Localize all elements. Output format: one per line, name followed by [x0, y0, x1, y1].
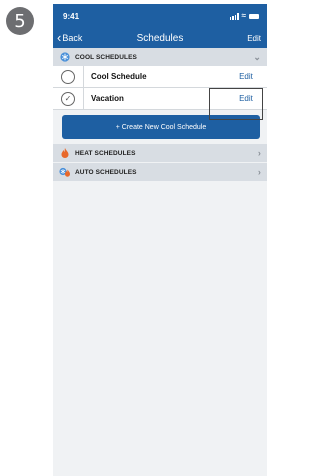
step-number-badge: 5 [6, 7, 34, 35]
radio-selected-check-icon[interactable]: ✓ [61, 91, 75, 106]
status-time: 9:41 [63, 11, 80, 21]
navigation-bar: ‹ Back Schedules Edit [53, 28, 267, 48]
nav-edit-button[interactable]: Edit [247, 34, 261, 43]
auto-schedules-header[interactable]: AUTO SCHEDULES › [53, 163, 267, 181]
create-cool-schedule-button[interactable]: + Create New Cool Schedule [62, 115, 260, 139]
schedule-name: Cool Schedule [91, 72, 147, 81]
heat-schedules-header[interactable]: HEAT SCHEDULES › [53, 144, 267, 162]
auto-schedules-label: AUTO SCHEDULES [75, 168, 137, 176]
radio-unselected-icon[interactable] [61, 69, 75, 84]
page-title: Schedules [136, 32, 184, 44]
battery-icon [249, 13, 259, 19]
schedule-name: Vacation [91, 94, 124, 103]
auto-heat-cool-icon [59, 167, 71, 177]
chevron-left-icon: ‹ [57, 29, 62, 45]
status-bar: 9:41 ≈ [53, 4, 267, 28]
chevron-right-icon: › [257, 148, 261, 158]
phone-screen: 9:41 ≈ ‹ Back Schedules Edit COOL SCHEDU… [53, 4, 267, 476]
heat-schedules-label: HEAT SCHEDULES [75, 149, 136, 157]
row-divider [83, 65, 84, 88]
back-label: Back [62, 33, 83, 43]
flame-icon [59, 148, 71, 158]
edit-schedule-button[interactable]: Edit [233, 72, 259, 81]
schedule-row-cool-schedule[interactable]: Cool Schedule Edit [53, 65, 267, 88]
snowflake-icon [59, 52, 71, 62]
schedule-row-vacation[interactable]: ✓ Vacation Edit [53, 87, 267, 110]
chevron-down-icon: ⌄ [253, 51, 261, 62]
chevron-right-icon: › [257, 167, 261, 177]
back-button[interactable]: ‹ Back [57, 29, 83, 45]
wifi-icon: ≈ [241, 11, 246, 20]
cool-schedules-header[interactable]: COOL SCHEDULES ⌄ [53, 48, 267, 66]
row-divider [83, 87, 84, 110]
status-icons: ≈ [229, 11, 259, 20]
edit-schedule-button[interactable]: Edit [233, 94, 259, 103]
signal-icon [229, 12, 239, 20]
cool-schedules-label: COOL SCHEDULES [75, 53, 137, 61]
